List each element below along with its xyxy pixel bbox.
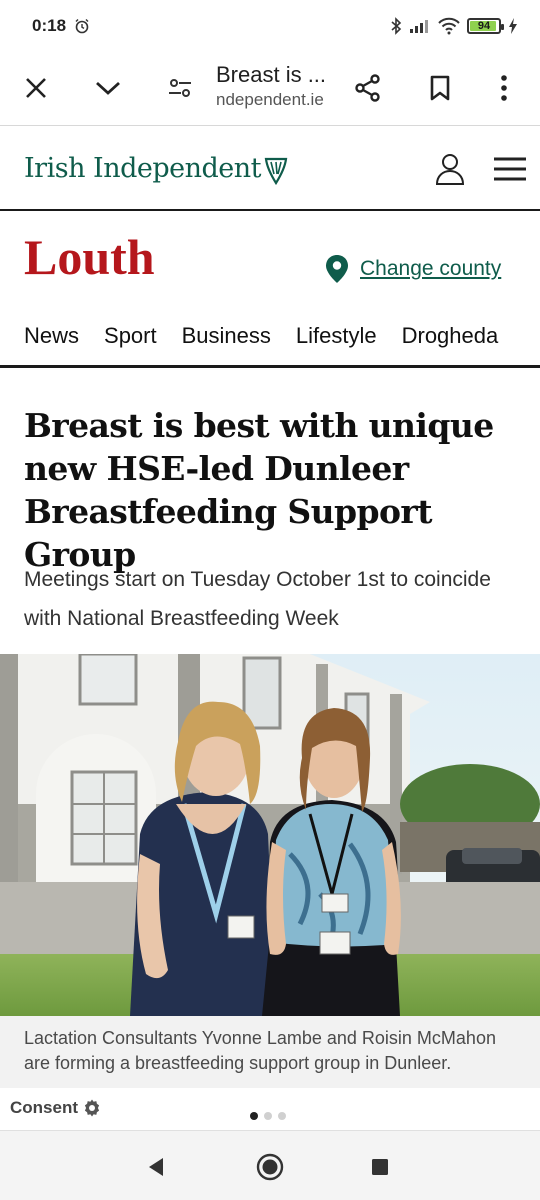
hero-photo [0, 654, 540, 1016]
section-nav: News Sport Business Lifestyle Drogheda [0, 312, 540, 368]
account-icon [435, 154, 465, 185]
carousel-dot[interactable] [250, 1112, 258, 1120]
consent-bar: Consent [0, 1088, 540, 1130]
home-button[interactable] [252, 1149, 288, 1185]
recents-icon [372, 1159, 388, 1175]
consent-button[interactable]: Consent [10, 1098, 102, 1118]
alarm-icon [75, 19, 89, 34]
close-icon [26, 78, 46, 98]
account-button[interactable] [430, 149, 470, 189]
back-icon [149, 1158, 163, 1176]
image-caption: Lactation Consultants Yvonne Lambe and R… [24, 1028, 496, 1073]
nav-item-sport[interactable]: Sport [104, 312, 157, 365]
minimize-tab-button[interactable] [86, 66, 130, 110]
consent-label: Consent [10, 1098, 78, 1117]
page-settings-icon [169, 79, 191, 97]
home-icon [256, 1153, 284, 1181]
bookmark-icon [430, 75, 450, 101]
nav-item-lifestyle[interactable]: Lifestyle [296, 312, 377, 365]
charging-icon [509, 18, 517, 34]
article-hero-image[interactable] [0, 654, 540, 1016]
site-masthead: Irish Independent [0, 127, 540, 211]
nav-item-news[interactable]: News [24, 312, 79, 365]
wifi-icon [438, 17, 460, 35]
more-icon [501, 75, 507, 101]
location-pin-icon [326, 255, 348, 283]
bookmark-button[interactable] [418, 66, 462, 110]
harp-icon [264, 157, 288, 185]
browser-toolbar: Breast is ... ndependent.ie [0, 52, 540, 126]
article-standfirst: Meetings start on Tuesday October 1st to… [24, 568, 491, 630]
tab-title[interactable]: Breast is ... [216, 62, 326, 88]
status-time: 0:18 [32, 16, 67, 35]
status-bar: 0:18 94 [0, 0, 540, 52]
url-display[interactable]: ndependent.ie [216, 90, 324, 110]
article-headline: Breast is best with unique new HSE-led D… [24, 406, 494, 574]
share-button[interactable] [346, 66, 390, 110]
change-county-link[interactable]: Change county [324, 254, 501, 284]
carousel-dot[interactable] [264, 1112, 272, 1120]
system-navigation-bar [0, 1130, 540, 1200]
recents-button[interactable] [362, 1149, 398, 1185]
back-button[interactable] [138, 1149, 174, 1185]
more-options-button[interactable] [482, 66, 526, 110]
carousel-indicator [250, 1112, 286, 1120]
nav-item-business[interactable]: Business [182, 312, 271, 365]
battery-icon: 94 [467, 18, 504, 34]
close-tab-button[interactable] [14, 66, 58, 110]
county-title: Louth [24, 229, 155, 285]
menu-button[interactable] [490, 149, 530, 189]
page-settings-button[interactable] [158, 66, 202, 110]
carousel-dot[interactable] [278, 1112, 286, 1120]
bluetooth-icon [391, 17, 402, 35]
menu-icon [494, 157, 526, 181]
battery-level: 94 [477, 20, 491, 32]
gear-icon [84, 1099, 100, 1117]
signal-icon [410, 20, 428, 33]
image-caption-area: Lactation Consultants Yvonne Lambe and R… [0, 1016, 540, 1088]
share-icon [355, 74, 380, 102]
nav-item-drogheda[interactable]: Drogheda [402, 312, 499, 365]
chevron-down-icon [96, 81, 120, 95]
change-county-label[interactable]: Change county [360, 257, 501, 281]
site-logo[interactable]: Irish Independent [24, 153, 262, 184]
